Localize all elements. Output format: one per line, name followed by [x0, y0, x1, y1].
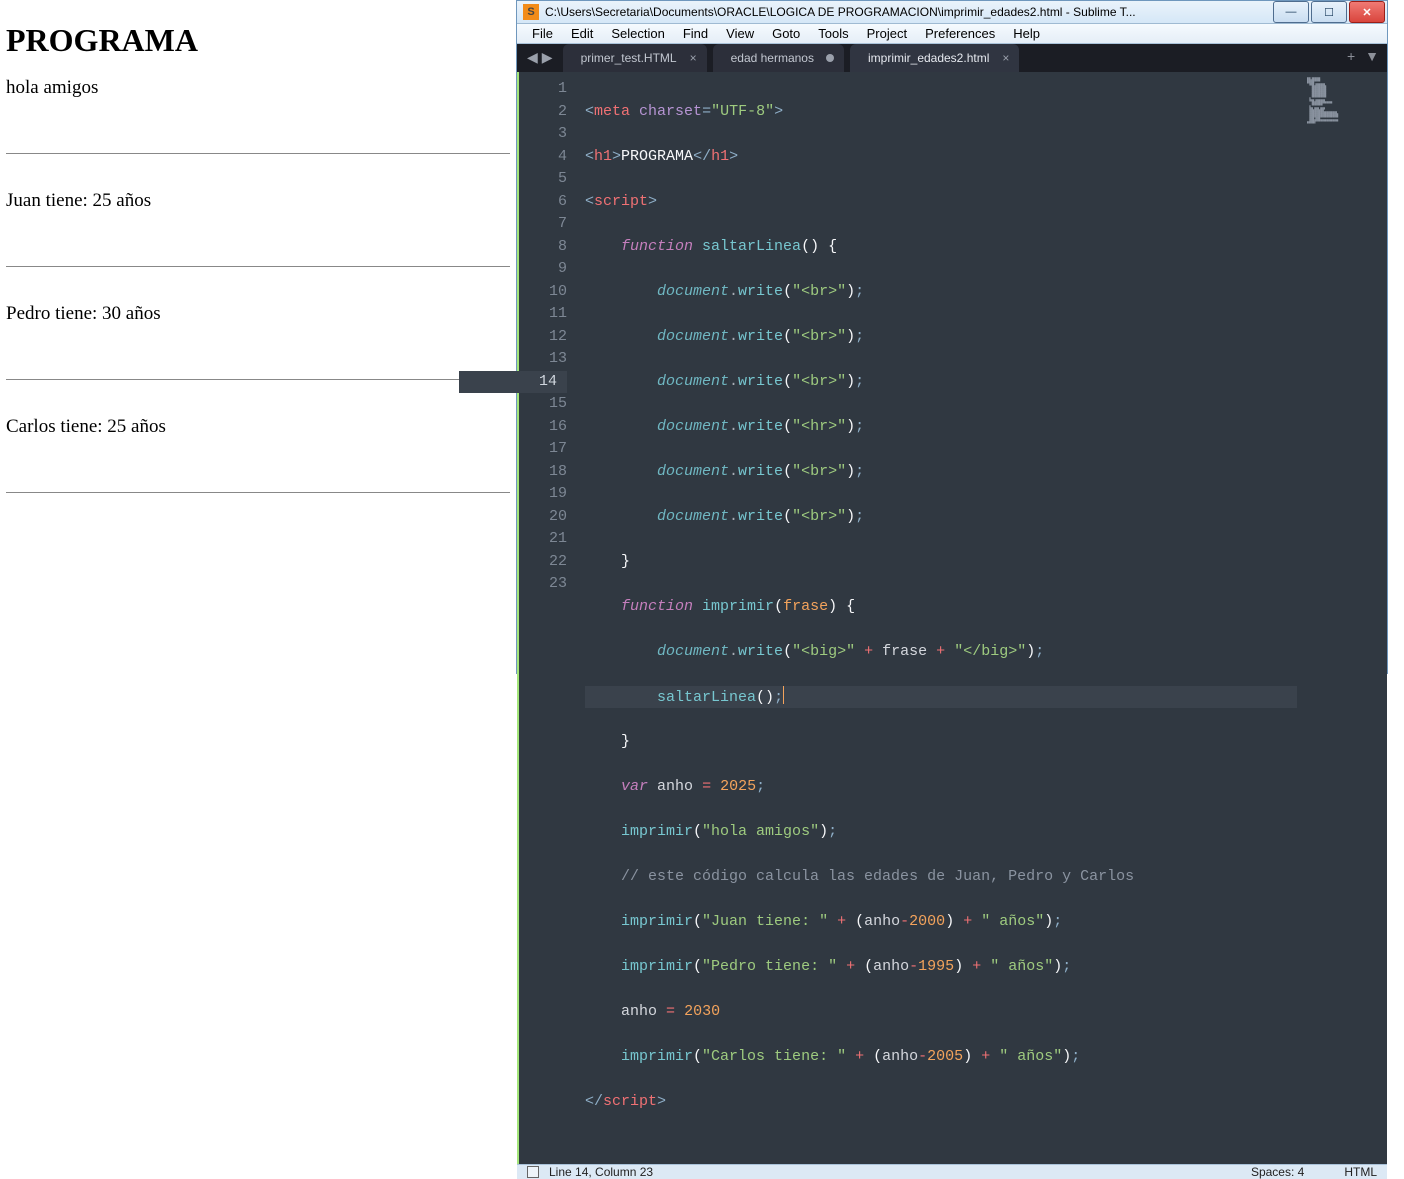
- editor[interactable]: 1234 5678 9101112 13141516 17181920 2122…: [517, 72, 1387, 1164]
- line-gutter: 1234 5678 9101112 13141516 17181920 2122…: [517, 72, 577, 1164]
- menu-tools[interactable]: Tools: [809, 24, 857, 43]
- menu-help[interactable]: Help: [1004, 24, 1049, 43]
- close-button[interactable]: ✕: [1349, 1, 1385, 23]
- statusbar: Line 14, Column 23 Spaces: 4 HTML: [517, 1164, 1387, 1179]
- menubar: File Edit Selection Find View Goto Tools…: [517, 24, 1387, 44]
- menu-file[interactable]: File: [523, 24, 562, 43]
- tab-imprimir-edades2[interactable]: imprimir_edades2.html ×: [850, 44, 1019, 72]
- tab-label: imprimir_edades2.html: [868, 51, 989, 65]
- code-area[interactable]: <meta charset="UTF-8"> <h1>PROGRAMA</h1>…: [577, 72, 1297, 1164]
- status-lang[interactable]: HTML: [1344, 1165, 1377, 1179]
- menu-edit[interactable]: Edit: [562, 24, 602, 43]
- output-line-4: Carlos tiene: 25 años: [6, 416, 510, 438]
- status-panel-icon[interactable]: [527, 1166, 539, 1178]
- tab-nav-back-icon[interactable]: ◀: [527, 49, 538, 66]
- menu-project[interactable]: Project: [858, 24, 916, 43]
- status-linecol: Line 14, Column 23: [549, 1165, 653, 1179]
- tab-nav-forward-icon[interactable]: ▶: [542, 49, 553, 66]
- tab-menu-icon[interactable]: ▼: [1365, 48, 1379, 64]
- page-heading: PROGRAMA: [6, 22, 510, 59]
- sublime-icon: S: [523, 4, 539, 20]
- menu-view[interactable]: View: [717, 24, 763, 43]
- unsaved-dot-icon: [826, 54, 834, 62]
- browser-output: PROGRAMA hola amigos Juan tiene: 25 años…: [0, 0, 516, 674]
- titlebar[interactable]: S C:\Users\Secretaria\Documents\ORACLE\L…: [517, 1, 1387, 24]
- tab-edad-hermanos[interactable]: edad hermanos: [713, 44, 844, 72]
- close-icon[interactable]: ×: [690, 51, 697, 65]
- output-line-1: hola amigos: [6, 77, 510, 99]
- minimize-button[interactable]: —: [1273, 1, 1309, 23]
- tab-label: primer_test.HTML: [581, 51, 677, 65]
- window-title: C:\Users\Secretaria\Documents\ORACLE\LOG…: [545, 5, 1271, 19]
- tabbar: ◀ ▶ primer_test.HTML × edad hermanos imp…: [517, 44, 1387, 72]
- new-tab-icon[interactable]: +: [1347, 48, 1355, 64]
- menu-find[interactable]: Find: [674, 24, 717, 43]
- minimap[interactable]: ███ ████████████████████████ ████ ██████…: [1297, 72, 1387, 1164]
- minimap-content: ███ ████████████████████████ ████ ██████…: [1307, 78, 1381, 124]
- maximize-button[interactable]: ☐: [1311, 1, 1347, 23]
- close-icon[interactable]: ×: [1002, 51, 1009, 65]
- tab-label: edad hermanos: [731, 51, 814, 65]
- menu-goto[interactable]: Goto: [763, 24, 809, 43]
- sublime-window: S C:\Users\Secretaria\Documents\ORACLE\L…: [516, 0, 1388, 674]
- output-line-2: Juan tiene: 25 años: [6, 190, 510, 212]
- status-spaces[interactable]: Spaces: 4: [1251, 1165, 1304, 1179]
- menu-selection[interactable]: Selection: [602, 24, 673, 43]
- output-line-3: Pedro tiene: 30 años: [6, 303, 510, 325]
- tab-primer-test[interactable]: primer_test.HTML ×: [563, 44, 707, 72]
- menu-preferences[interactable]: Preferences: [916, 24, 1004, 43]
